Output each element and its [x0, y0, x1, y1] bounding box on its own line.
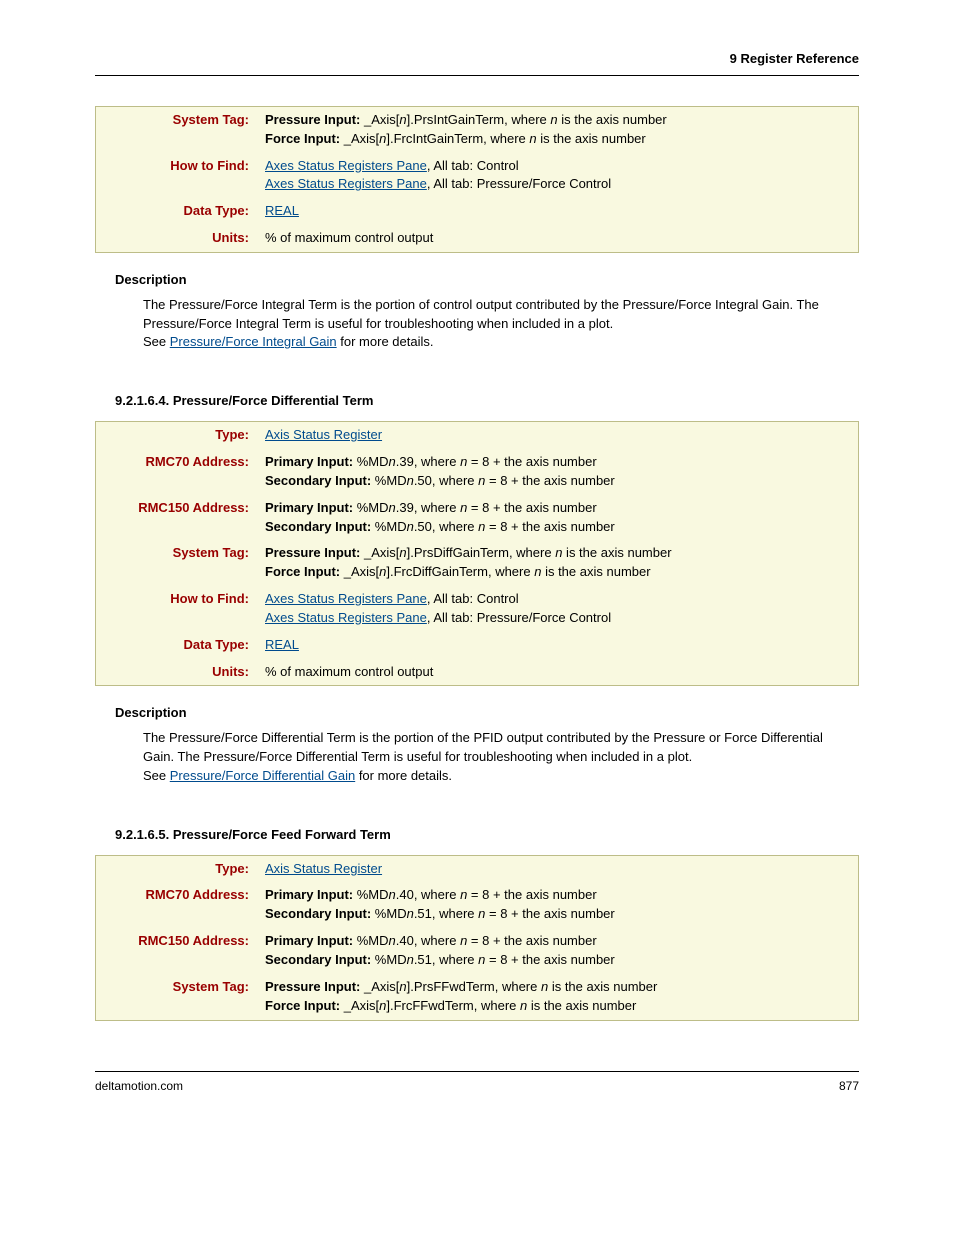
description-heading: Description: [115, 704, 859, 723]
table-row: How to Find:Axes Status Registers Pane, …: [96, 586, 859, 632]
table-row: RMC150 Address:Primary Input: %MDn.39, w…: [96, 495, 859, 541]
row-value: Pressure Input: _Axis[n].PrsDiffGainTerm…: [257, 540, 859, 586]
page-header: 9 Register Reference: [95, 50, 859, 76]
section-heading-differential: 9.2.1.6.4. Pressure/Force Differential T…: [115, 392, 859, 411]
row-value: Primary Input: %MDn.40, where n = 8 + th…: [257, 928, 859, 974]
footer-right: 877: [839, 1078, 859, 1095]
section-heading-feedforward: 9.2.1.6.5. Pressure/Force Feed Forward T…: [115, 826, 859, 845]
table-body: Type:Axis Status RegisterRMC70 Address:P…: [96, 422, 859, 686]
table-row: System Tag:Pressure Input: _Axis[n].PrsF…: [96, 974, 859, 1020]
table-row: Type:Axis Status Register: [96, 855, 859, 882]
table-body: Type:Axis Status RegisterRMC70 Address:P…: [96, 855, 859, 1020]
row-label: Type:: [96, 422, 258, 449]
table-row: Data Type:REAL: [96, 198, 859, 225]
description-body: The Pressure/Force Integral Term is the …: [143, 296, 839, 353]
table-row: RMC150 Address:Primary Input: %MDn.40, w…: [96, 928, 859, 974]
table-row: How to Find:Axes Status Registers Pane, …: [96, 153, 859, 199]
row-label: Type:: [96, 855, 258, 882]
table-row: Units:% of maximum control output: [96, 225, 859, 252]
row-value: Pressure Input: _Axis[n].PrsIntGainTerm,…: [257, 106, 859, 152]
description-heading: Description: [115, 271, 859, 290]
table-body: System Tag:Pressure Input: _Axis[n].PrsI…: [96, 106, 859, 252]
row-label: System Tag:: [96, 974, 258, 1020]
row-label: RMC70 Address:: [96, 449, 258, 495]
row-label: Data Type:: [96, 632, 258, 659]
register-table-feedforward-term: Type:Axis Status RegisterRMC70 Address:P…: [95, 855, 859, 1021]
register-table-integral-term: System Tag:Pressure Input: _Axis[n].PrsI…: [95, 106, 859, 253]
row-label: System Tag:: [96, 106, 258, 152]
row-value: REAL: [257, 632, 859, 659]
table-row: Data Type:REAL: [96, 632, 859, 659]
row-value: Axis Status Register: [257, 855, 859, 882]
row-value: REAL: [257, 198, 859, 225]
row-value: Axes Status Registers Pane, All tab: Con…: [257, 153, 859, 199]
row-label: Units:: [96, 225, 258, 252]
row-label: How to Find:: [96, 153, 258, 199]
row-value: Pressure Input: _Axis[n].PrsFFwdTerm, wh…: [257, 974, 859, 1020]
row-value: Axis Status Register: [257, 422, 859, 449]
row-label: RMC150 Address:: [96, 495, 258, 541]
row-value: Axes Status Registers Pane, All tab: Con…: [257, 586, 859, 632]
row-label: RMC150 Address:: [96, 928, 258, 974]
row-label: Units:: [96, 659, 258, 686]
row-label: System Tag:: [96, 540, 258, 586]
footer-left: deltamotion.com: [95, 1078, 183, 1095]
table-row: RMC70 Address:Primary Input: %MDn.40, wh…: [96, 882, 859, 928]
row-value: % of maximum control output: [257, 225, 859, 252]
row-value: Primary Input: %MDn.39, where n = 8 + th…: [257, 495, 859, 541]
row-value: Primary Input: %MDn.40, where n = 8 + th…: [257, 882, 859, 928]
table-row: Units:% of maximum control output: [96, 659, 859, 686]
table-row: System Tag:Pressure Input: _Axis[n].PrsD…: [96, 540, 859, 586]
row-label: Data Type:: [96, 198, 258, 225]
table-row: System Tag:Pressure Input: _Axis[n].PrsI…: [96, 106, 859, 152]
table-row: Type:Axis Status Register: [96, 422, 859, 449]
register-table-differential-term: Type:Axis Status RegisterRMC70 Address:P…: [95, 421, 859, 686]
row-value: Primary Input: %MDn.39, where n = 8 + th…: [257, 449, 859, 495]
table-row: RMC70 Address:Primary Input: %MDn.39, wh…: [96, 449, 859, 495]
description-body: The Pressure/Force Differential Term is …: [143, 729, 839, 786]
row-label: RMC70 Address:: [96, 882, 258, 928]
page-footer: deltamotion.com 877: [95, 1071, 859, 1095]
row-value: % of maximum control output: [257, 659, 859, 686]
row-label: How to Find:: [96, 586, 258, 632]
